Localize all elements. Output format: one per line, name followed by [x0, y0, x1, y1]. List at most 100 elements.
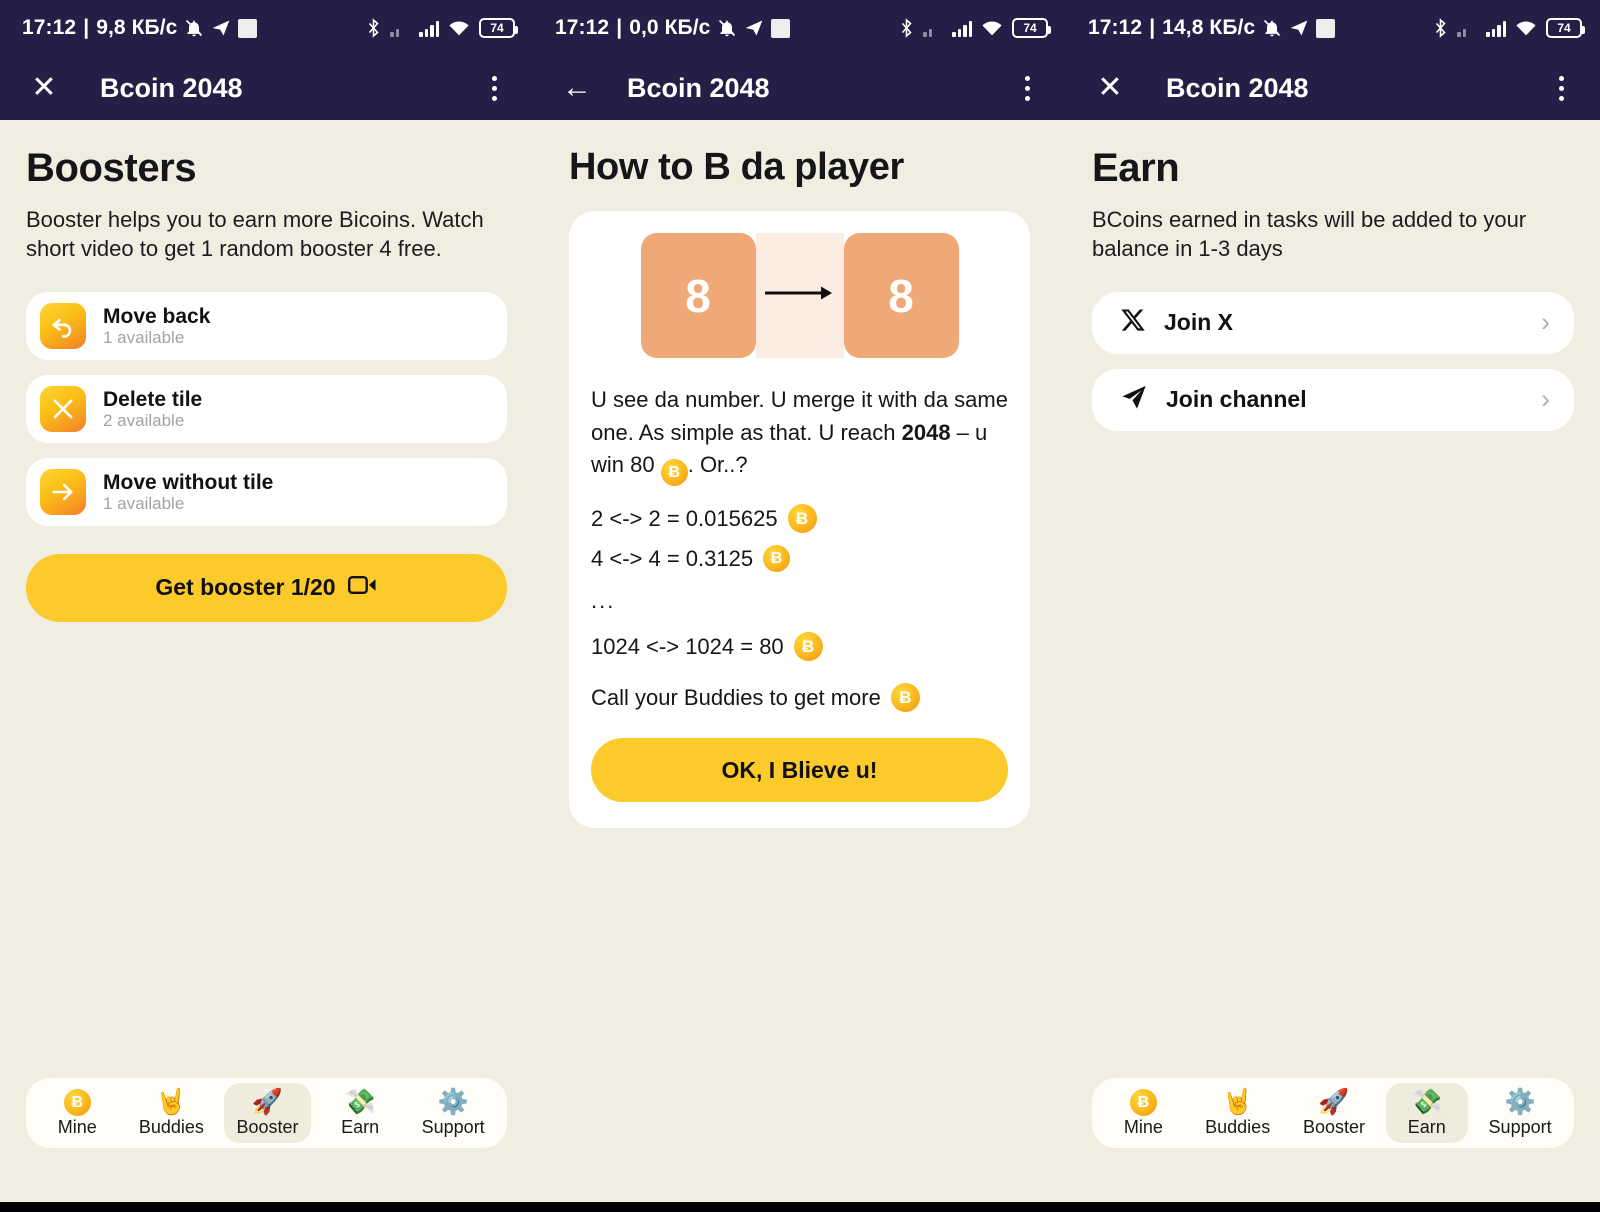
status-time: 17:12 — [22, 16, 77, 39]
status-time: 17:12 — [1088, 16, 1143, 39]
merge-illustration: 8 8 — [640, 233, 959, 358]
app-title: Bcoin 2048 — [100, 72, 243, 103]
status-right-2: 74 — [899, 18, 1051, 38]
nav-item-earn[interactable]: 💸 Earn — [319, 1083, 401, 1142]
back-arrow-icon[interactable]: ← — [557, 68, 597, 108]
mute-bell-icon — [184, 18, 204, 38]
how-to-play-card: 8 8 U see da number. U merge it with da … — [569, 211, 1030, 829]
booster-item-text: Move without tile 1 available — [103, 471, 273, 514]
merge-arrow-area — [755, 233, 844, 358]
signal-bars-icon — [1486, 20, 1506, 37]
earn-task-join-channel[interactable]: Join channel › — [1092, 368, 1574, 431]
kebab-menu-icon[interactable] — [477, 75, 511, 101]
rocket-icon: 🚀 — [251, 1088, 284, 1117]
kebab-menu-icon[interactable] — [1010, 75, 1044, 101]
money-wings-icon: 💸 — [1411, 1088, 1443, 1117]
undo-arrow-icon — [40, 302, 86, 349]
nav-item-earn[interactable]: 💸 Earn — [1385, 1083, 1468, 1143]
booster-item-move-without-tile[interactable]: Move without tile 1 available — [26, 457, 507, 526]
status-right-3: 74 — [1433, 18, 1585, 38]
nav-label: Mine — [1123, 1117, 1163, 1137]
rock-hand-icon: 🤘 — [1222, 1088, 1254, 1117]
rocket-icon: 🚀 — [1318, 1088, 1350, 1117]
kebab-menu-icon[interactable] — [1544, 75, 1578, 101]
three-panel-screenshot: 17:12 | 9,8 КБ/с 74 ✕ Bcoin 2048 Booster… — [0, 0, 1600, 1212]
battery-indicator: 74 — [479, 18, 518, 38]
status-bar-1: 17:12 | 9,8 КБ/с 74 — [0, 0, 533, 56]
telegram-plane-icon — [1120, 383, 1148, 416]
signal-bars-icon — [419, 20, 439, 37]
status-net-speed: 9,8 КБ/с — [96, 16, 178, 39]
app-title: Bcoin 2048 — [1166, 72, 1309, 103]
get-booster-button[interactable]: Get booster 1/20 — [26, 553, 507, 622]
nav-label: Booster — [236, 1116, 299, 1137]
howto-row-text: 2 <-> 2 = 0.015625 — [591, 505, 778, 531]
nav-label: Earn — [1407, 1116, 1446, 1137]
bluetooth-icon — [1433, 18, 1448, 38]
nav-label: Buddies — [138, 1116, 204, 1137]
bcoin-icon: Ƀ — [890, 683, 920, 713]
status-separator: | — [83, 16, 90, 39]
page-title: Earn — [1092, 146, 1180, 190]
battery-indicator: 74 — [1546, 18, 1585, 38]
earn-task-list: Join X › Join channel › — [1092, 291, 1574, 431]
bluetooth-icon — [366, 18, 381, 38]
nav-item-mine[interactable]: Ƀ Mine — [36, 1083, 118, 1143]
app-bar-2: ← Bcoin 2048 — [533, 56, 1066, 120]
status-net-speed: 14,8 КБ/с — [1162, 16, 1256, 39]
booster-item-title: Move back — [103, 304, 211, 328]
rock-hand-icon: 🤘 — [155, 1088, 187, 1117]
bcoin-icon: Ƀ — [63, 1089, 91, 1116]
bottom-nav-3: Ƀ Mine 🤘 Buddies 🚀 Booster 💸 Earn ⚙️ Sup… — [1092, 1078, 1574, 1148]
howto-intro-part3: . Or..? — [687, 452, 748, 478]
tile-right: 8 — [843, 233, 959, 358]
page-title: Boosters — [26, 146, 197, 190]
earn-task-join-x[interactable]: Join X › — [1092, 291, 1574, 354]
nav-item-support[interactable]: ⚙️ Support — [1477, 1083, 1564, 1142]
nav-item-buddies[interactable]: 🤘 Buddies — [127, 1083, 216, 1142]
panel-earn: 17:12 | 14,8 КБ/с 74 ✕ Bcoin 2048 Earn B… — [1066, 0, 1600, 1202]
earn-task-label: Join channel — [1166, 386, 1307, 413]
howto-intro: U see da number. U merge it with da same… — [591, 384, 1008, 487]
nav-item-buddies[interactable]: 🤘 Buddies — [1193, 1083, 1282, 1142]
close-x-icon — [40, 385, 86, 432]
nav-label: Support — [1488, 1116, 1552, 1137]
app-bar-1: ✕ Bcoin 2048 — [0, 56, 533, 120]
gear-icon: ⚙️ — [437, 1088, 469, 1117]
booster-item-delete-tile[interactable]: Delete tile 2 available — [26, 374, 507, 443]
nav-item-booster[interactable]: 🚀 Booster — [1291, 1083, 1377, 1142]
status-bar-2: 17:12 | 0,0 КБ/с 74 — [533, 0, 1066, 56]
howto-row-4: Call your Buddies to get more Ƀ — [591, 683, 1008, 713]
boosters-description: Booster helps you to earn more Bicoins. … — [26, 207, 484, 262]
telegram-icon — [211, 18, 231, 38]
signal-no-sim-icon — [923, 20, 943, 37]
nav-label: Booster — [1302, 1116, 1366, 1137]
nav-label: Mine — [57, 1117, 97, 1137]
tile-left: 8 — [640, 233, 756, 358]
status-left-2: 17:12 | 0,0 КБ/с — [555, 16, 791, 40]
booster-item-move-back[interactable]: Move back 1 available — [26, 291, 507, 360]
earn-content: Earn BCoins earned in tasks will be adde… — [1066, 120, 1600, 1202]
booster-item-count: 1 available — [103, 493, 185, 513]
bcoin-icon: Ƀ — [660, 459, 688, 487]
app-title: Bcoin 2048 — [627, 72, 770, 103]
wifi-icon — [448, 19, 470, 37]
panel-boosters: 17:12 | 9,8 КБ/с 74 ✕ Bcoin 2048 Booster… — [0, 0, 533, 1202]
wifi-icon — [981, 19, 1003, 37]
earn-task-label: Join X — [1164, 309, 1234, 336]
square-icon — [1316, 18, 1336, 38]
nav-item-booster[interactable]: 🚀 Booster — [224, 1083, 311, 1143]
nav-label: Buddies — [1205, 1116, 1271, 1137]
signal-no-sim-icon — [1457, 20, 1477, 37]
booster-item-count: 1 available — [103, 327, 185, 347]
right-arrow-icon — [40, 468, 86, 515]
close-icon[interactable]: ✕ — [1090, 68, 1130, 108]
howto-row-text: Call your Buddies to get more — [591, 684, 881, 710]
close-icon[interactable]: ✕ — [24, 68, 64, 108]
nav-item-mine[interactable]: Ƀ Mine — [1102, 1083, 1184, 1143]
panel-how-to-play: 17:12 | 0,0 КБ/с 74 ← Bcoin 2048 How to … — [533, 0, 1066, 1202]
nav-item-support[interactable]: ⚙️ Support — [410, 1083, 497, 1142]
ok-i-blieve-u-button[interactable]: OK, I Blieve u! — [591, 738, 1008, 803]
howto-row-3: 1024 <-> 1024 = 80 Ƀ — [591, 632, 1008, 662]
get-booster-label: Get booster 1/20 — [155, 574, 336, 601]
